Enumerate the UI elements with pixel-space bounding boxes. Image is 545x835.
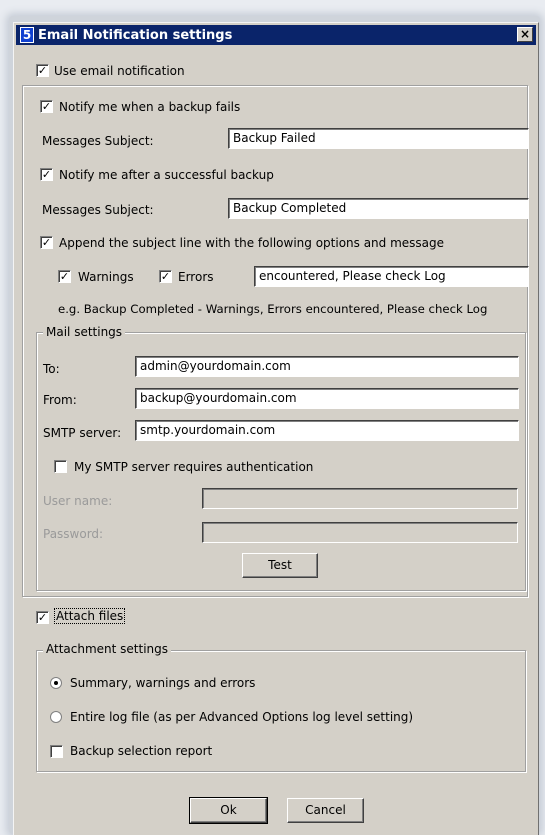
notify-success-label: Notify me after a successful backup xyxy=(59,168,274,182)
errors-label: Errors xyxy=(178,270,214,284)
close-button[interactable]: × xyxy=(517,27,533,42)
from-label: From: xyxy=(43,393,77,407)
user-name-label: User name: xyxy=(43,494,113,508)
errors-checkbox[interactable]: ✓ xyxy=(159,270,172,283)
append-message-input[interactable]: encountered, Please check Log xyxy=(254,266,529,287)
radio-entire-log[interactable] xyxy=(50,711,62,723)
password-label: Password: xyxy=(43,527,104,541)
use-email-checkbox[interactable]: ✓ xyxy=(36,64,49,77)
dialog-title: Email Notification settings xyxy=(38,28,233,43)
auth-checkbox[interactable] xyxy=(54,460,67,473)
append-label: Append the subject line with the followi… xyxy=(59,236,445,250)
test-button[interactable]: Test xyxy=(242,553,318,578)
title-bar[interactable]: 5 Email Notification settings × xyxy=(16,25,536,45)
app-icon: 5 xyxy=(20,27,34,43)
fail-subject-label: Messages Subject: xyxy=(42,134,154,148)
cancel-button[interactable]: Cancel xyxy=(287,798,364,823)
success-subject-input[interactable]: Backup Completed xyxy=(228,198,529,219)
mail-settings-legend: Mail settings xyxy=(43,325,126,339)
use-email-label: Use email notification xyxy=(54,64,185,78)
fail-subject-input[interactable]: Backup Failed xyxy=(228,128,529,149)
to-input[interactable]: admin@yourdomain.com xyxy=(135,356,519,377)
auth-label: My SMTP server requires authentication xyxy=(74,460,314,474)
attach-files-checkbox[interactable]: ✓ xyxy=(36,611,49,624)
user-name-input[interactable] xyxy=(202,488,518,509)
append-checkbox[interactable]: ✓ xyxy=(40,236,53,249)
selection-report-label: Backup selection report xyxy=(70,744,213,758)
password-input[interactable] xyxy=(202,522,518,543)
attach-files-label: Attach files xyxy=(54,608,126,624)
smtp-input[interactable]: smtp.yourdomain.com xyxy=(135,420,519,441)
radio-entire-log-label: Entire log file (as per Advanced Options… xyxy=(70,710,414,724)
smtp-label: SMTP server: xyxy=(43,426,122,440)
radio-summary[interactable] xyxy=(50,677,62,689)
warnings-label: Warnings xyxy=(78,270,134,284)
notify-fail-label: Notify me when a backup fails xyxy=(59,100,241,114)
radio-selected-dot xyxy=(54,681,58,685)
notify-fail-checkbox[interactable]: ✓ xyxy=(40,100,53,113)
from-input[interactable]: backup@yourdomain.com xyxy=(135,388,519,409)
email-settings-dialog: 5 Email Notification settings × ✓ Use em… xyxy=(13,22,539,835)
to-label: To: xyxy=(43,362,60,376)
attach-files-label-wrap: Attach files xyxy=(54,608,126,624)
example-text: e.g. Backup Completed - Warnings, Errors… xyxy=(58,302,488,316)
warnings-checkbox[interactable]: ✓ xyxy=(58,270,71,283)
notify-success-checkbox[interactable]: ✓ xyxy=(40,168,53,181)
radio-summary-label: Summary, warnings and errors xyxy=(70,676,256,690)
selection-report-checkbox[interactable] xyxy=(50,745,63,758)
success-subject-label: Messages Subject: xyxy=(42,203,154,217)
ok-button[interactable]: Ok xyxy=(189,797,268,824)
attachment-settings-legend: Attachment settings xyxy=(43,642,172,656)
